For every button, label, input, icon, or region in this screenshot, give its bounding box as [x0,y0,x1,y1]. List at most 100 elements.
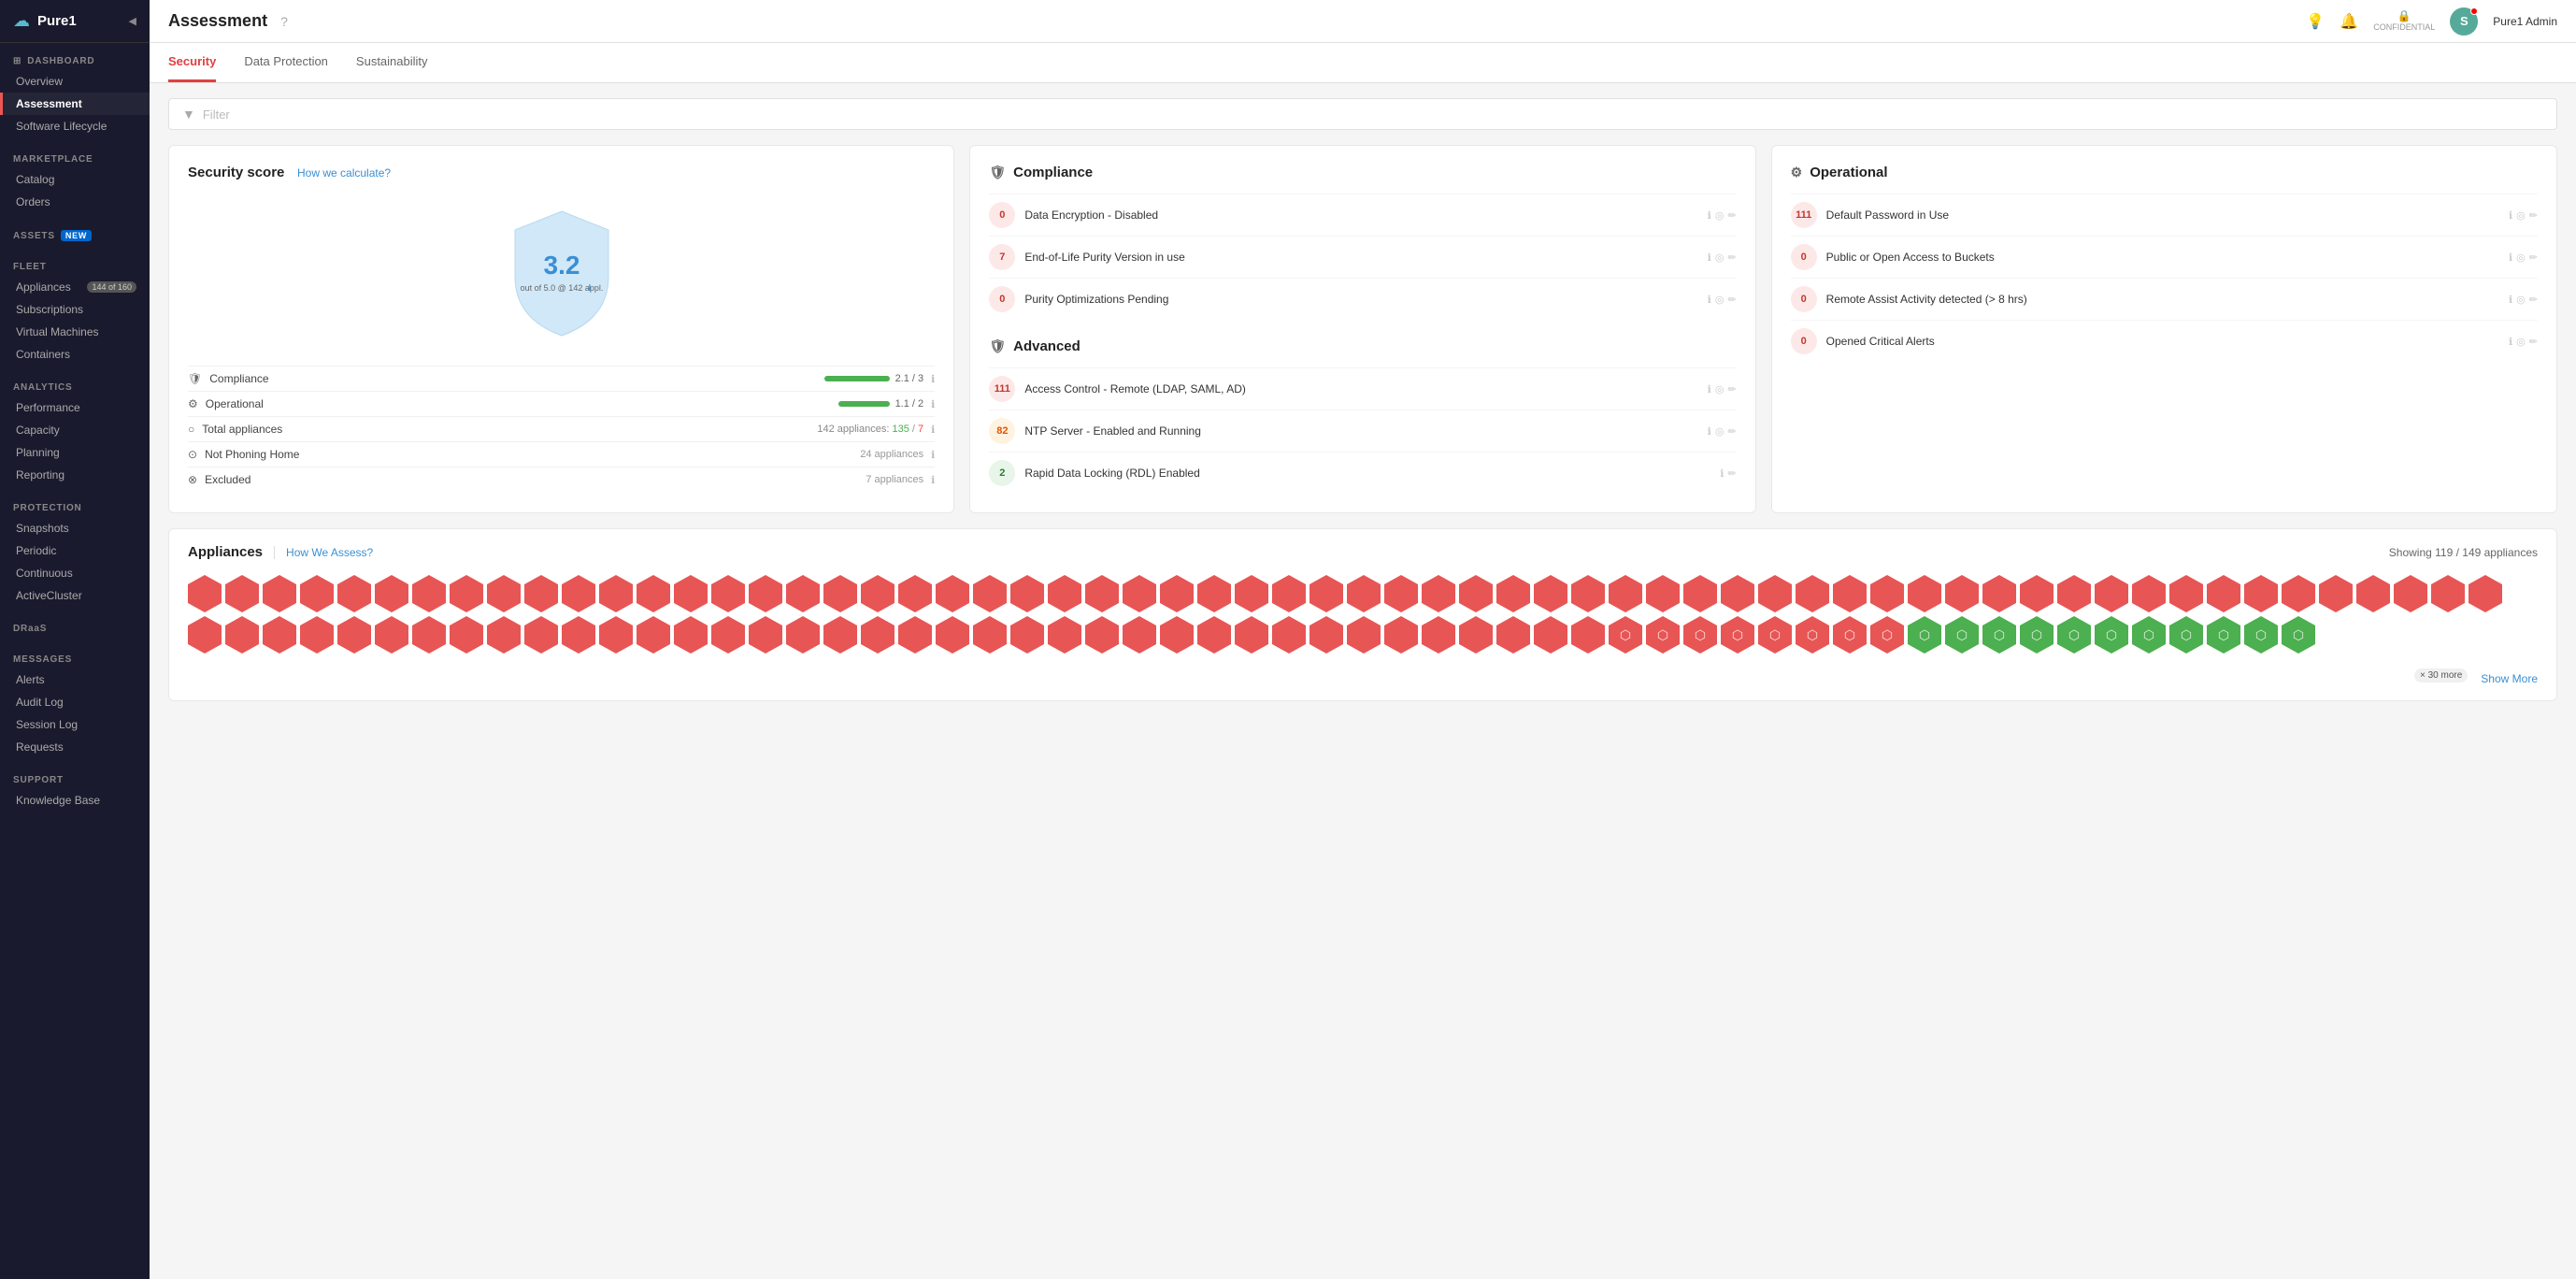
hex-appliance-41[interactable] [1721,575,1754,612]
hex-appliance-117[interactable]: ⬡ [2244,616,2278,654]
hex-appliance-20[interactable] [936,575,969,612]
hex-appliance-96[interactable] [1459,616,1493,654]
hex-appliance-87[interactable] [1123,616,1156,654]
hex-appliance-24[interactable] [1085,575,1119,612]
hex-appliance-32[interactable] [1384,575,1418,612]
hex-appliance-99[interactable] [1571,616,1605,654]
hex-appliance-105[interactable]: ⬡ [1796,616,1829,654]
hex-appliance-64[interactable] [263,616,296,654]
hex-appliance-82[interactable] [936,616,969,654]
hex-appliance-30[interactable] [1309,575,1343,612]
hex-appliance-39[interactable] [1646,575,1680,612]
hex-appliance-45[interactable] [1870,575,1904,612]
hex-appliance-47[interactable] [1945,575,1979,612]
hex-appliance-68[interactable] [412,616,446,654]
hex-appliance-4[interactable] [337,575,371,612]
bell-icon[interactable]: 🔔 [2340,12,2358,31]
hex-appliance-28[interactable] [1235,575,1268,612]
target-icon[interactable]: ◎ [1715,209,1724,222]
op-info-2[interactable]: ℹ [2509,294,2512,306]
hex-appliance-3[interactable] [300,575,334,612]
hex-appliance-53[interactable] [2169,575,2203,612]
sidebar-item-capacity[interactable]: Capacity [0,419,150,441]
hex-appliance-65[interactable] [300,616,334,654]
sidebar-item-appliances[interactable]: Appliances 144 of 160 [0,276,150,298]
hex-appliance-80[interactable] [861,616,894,654]
hex-appliance-26[interactable] [1160,575,1194,612]
hex-appliance-73[interactable] [599,616,633,654]
hex-appliance-38[interactable] [1609,575,1642,612]
hex-appliance-91[interactable] [1272,616,1306,654]
hex-appliance-86[interactable] [1085,616,1119,654]
hex-appliance-13[interactable] [674,575,708,612]
hex-appliance-110[interactable]: ⬡ [1982,616,2016,654]
sidebar-item-performance[interactable]: Performance [0,396,150,419]
filter-bar[interactable]: ▼ Filter [168,98,2557,130]
sidebar-item-alerts[interactable]: Alerts [0,668,150,691]
hex-appliance-29[interactable] [1272,575,1306,612]
hex-appliance-106[interactable]: ⬡ [1833,616,1867,654]
hex-appliance-76[interactable] [711,616,745,654]
hex-appliance-51[interactable] [2095,575,2128,612]
info-icon-1[interactable]: ℹ [1708,251,1711,264]
adv-target-1[interactable]: ◎ [1715,425,1724,438]
adv-edit-2[interactable]: ✏ [1727,467,1736,480]
hex-appliance-35[interactable] [1496,575,1530,612]
hex-appliance-0[interactable] [188,575,222,612]
sidebar-item-subscriptions[interactable]: Subscriptions [0,298,150,321]
op-target-1[interactable]: ◎ [2516,251,2526,264]
hex-appliance-18[interactable] [861,575,894,612]
show-more-button[interactable]: Show More [2481,672,2538,685]
adv-edit-1[interactable]: ✏ [1727,425,1736,438]
hex-appliance-118[interactable]: ⬡ [2282,616,2315,654]
hex-appliance-50[interactable] [2057,575,2091,612]
adv-info-0[interactable]: ℹ [1708,383,1711,395]
sidebar-item-periodic[interactable]: Periodic [0,539,150,562]
hex-appliance-72[interactable] [562,616,595,654]
hex-appliance-88[interactable] [1160,616,1194,654]
hex-appliance-60[interactable] [2431,575,2465,612]
hex-appliance-23[interactable] [1048,575,1081,612]
total-appliances-info[interactable]: ℹ [931,424,935,436]
hex-appliance-27[interactable] [1197,575,1231,612]
sidebar-item-virtual-machines[interactable]: Virtual Machines [0,321,150,343]
hex-appliance-77[interactable] [749,616,782,654]
sidebar-item-catalog[interactable]: Catalog [0,168,150,191]
hex-appliance-111[interactable]: ⬡ [2020,616,2054,654]
edit-icon[interactable]: ✏ [1727,209,1736,222]
hex-appliance-114[interactable]: ⬡ [2132,616,2166,654]
hex-appliance-109[interactable]: ⬡ [1945,616,1979,654]
hex-appliance-59[interactable] [2394,575,2427,612]
tab-sustainability[interactable]: Sustainability [356,43,428,82]
hex-appliance-44[interactable] [1833,575,1867,612]
sidebar-item-containers[interactable]: Containers [0,343,150,366]
how-we-assess-link[interactable]: How We Assess? [274,546,373,559]
excluded-info[interactable]: ℹ [931,474,935,486]
hex-appliance-83[interactable] [973,616,1007,654]
hex-appliance-63[interactable] [225,616,259,654]
adv-target-0[interactable]: ◎ [1715,383,1724,395]
hex-appliance-98[interactable] [1534,616,1567,654]
hex-appliance-69[interactable] [450,616,483,654]
hex-appliance-74[interactable] [637,616,670,654]
hex-appliance-100[interactable]: ⬡ [1609,616,1642,654]
op-edit-1[interactable]: ✏ [2529,251,2538,264]
op-info-1[interactable]: ℹ [2509,251,2512,264]
sidebar-item-orders[interactable]: Orders [0,191,150,213]
tab-security[interactable]: Security [168,43,216,82]
sidebar-item-assessment[interactable]: Assessment [0,93,150,115]
hex-appliance-21[interactable] [973,575,1007,612]
hex-appliance-85[interactable] [1048,616,1081,654]
hex-appliance-81[interactable] [898,616,932,654]
hex-appliance-11[interactable] [599,575,633,612]
hex-appliance-70[interactable] [487,616,521,654]
hex-appliance-33[interactable] [1422,575,1455,612]
hex-appliance-9[interactable] [524,575,558,612]
hex-appliance-67[interactable] [375,616,408,654]
info-icon[interactable]: ℹ [1708,209,1711,222]
sidebar-item-continuous[interactable]: Continuous [0,562,150,584]
hex-appliance-7[interactable] [450,575,483,612]
help-icon[interactable]: ? [280,14,288,29]
adv-edit-0[interactable]: ✏ [1727,383,1736,395]
hex-appliance-104[interactable]: ⬡ [1758,616,1792,654]
